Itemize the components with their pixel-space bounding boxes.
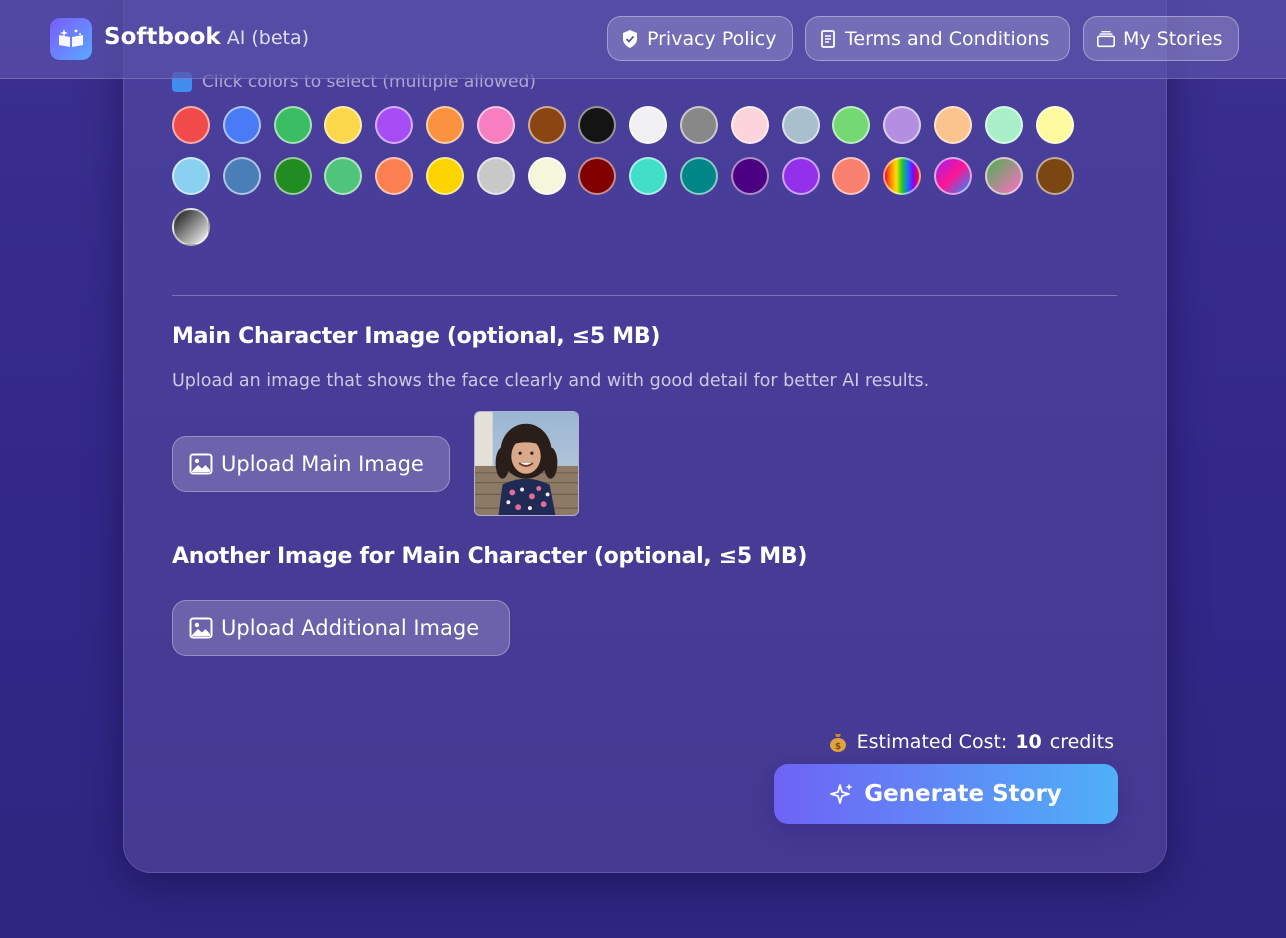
top-navbar: Softbook AI (beta) Privacy Policy Terms a… — [0, 0, 1286, 79]
color-swatch-light-green[interactable] — [832, 106, 871, 144]
my-stories-button[interactable]: My Stories — [1083, 16, 1239, 61]
generate-story-label: Generate Story — [864, 781, 1062, 807]
color-swatch-light-blue-gray[interactable] — [781, 106, 820, 144]
upload-main-image-label: Upload Main Image — [221, 452, 424, 476]
color-swatch-blue[interactable] — [222, 106, 261, 144]
image-icon — [189, 617, 213, 639]
sparkles-icon — [830, 783, 853, 804]
color-swatch-black[interactable] — [578, 106, 617, 144]
color-swatch-orange[interactable] — [425, 106, 464, 144]
image-icon — [189, 453, 213, 475]
terms-label: Terms and Conditions — [845, 27, 1050, 50]
upload-main-image-button[interactable]: Upload Main Image — [172, 436, 450, 492]
section-divider — [172, 295, 1117, 296]
color-swatch-brown[interactable] — [527, 106, 566, 144]
brand-name: Softbook AI (beta) — [104, 24, 309, 50]
color-swatch-light-yellow[interactable] — [1035, 106, 1074, 144]
main-image-preview[interactable] — [474, 411, 579, 516]
cost-unit: credits — [1049, 731, 1114, 753]
open-book-icon — [59, 29, 83, 47]
color-swatch-cream[interactable] — [527, 157, 566, 195]
color-swatch-green-pink-gradient[interactable] — [984, 157, 1023, 195]
color-swatch-mint[interactable] — [984, 106, 1023, 144]
privacy-policy-label: Privacy Policy — [647, 27, 777, 50]
child-photo-thumbnail — [475, 412, 578, 515]
main-image-description: Upload an image that shows the face clea… — [172, 371, 930, 391]
color-swatch-gray[interactable] — [679, 106, 718, 144]
cost-amount: 10 — [1015, 731, 1042, 753]
document-icon — [821, 29, 835, 48]
color-swatch-lavender[interactable] — [883, 106, 922, 144]
color-swatch-chocolate[interactable] — [1035, 157, 1074, 195]
color-swatch-indigo[interactable] — [730, 157, 769, 195]
privacy-policy-button[interactable]: Privacy Policy — [607, 16, 793, 61]
color-swatch-yellow[interactable] — [324, 106, 363, 144]
color-swatch-maroon[interactable] — [578, 157, 617, 195]
color-swatch-steel-blue[interactable] — [222, 157, 261, 195]
color-swatch-pink[interactable] — [476, 106, 515, 144]
brand-title: Softbook — [104, 24, 221, 50]
additional-image-title: Another Image for Main Character (option… — [172, 544, 808, 569]
terms-button[interactable]: Terms and Conditions — [805, 16, 1070, 61]
color-swatch-turquoise[interactable] — [629, 157, 668, 195]
estimated-cost: $ Estimated Cost: 10 credits — [827, 731, 1114, 753]
color-swatch-salmon[interactable] — [832, 157, 871, 195]
color-swatch-peach[interactable] — [933, 106, 972, 144]
color-swatch-magenta-gradient[interactable] — [933, 157, 972, 195]
upload-additional-image-label: Upload Additional Image — [221, 616, 480, 640]
color-swatch-purple[interactable] — [375, 106, 414, 144]
shield-icon — [623, 29, 637, 48]
color-swatch-violet[interactable] — [781, 157, 820, 195]
brand-suffix: AI (beta) — [226, 27, 310, 49]
color-swatch-black-white-gradient[interactable] — [172, 208, 210, 246]
color-swatch-grid — [172, 106, 1112, 246]
upload-additional-image-button[interactable]: Upload Additional Image — [172, 600, 510, 656]
my-stories-label: My Stories — [1123, 27, 1223, 50]
color-swatch-gold[interactable] — [425, 157, 464, 195]
cost-label: Estimated Cost: — [856, 731, 1008, 753]
color-swatch-coral[interactable] — [375, 157, 414, 195]
color-swatch-light-pink[interactable] — [730, 106, 769, 144]
color-swatch-emerald[interactable] — [324, 157, 363, 195]
main-image-title: Main Character Image (optional, ≤5 MB) — [172, 324, 661, 349]
svg-text:$: $ — [835, 742, 841, 752]
color-swatch-forest-green[interactable] — [273, 157, 312, 195]
generate-story-button[interactable]: Generate Story — [774, 764, 1118, 824]
color-swatch-green[interactable] — [273, 106, 312, 144]
color-swatch-white[interactable] — [629, 106, 668, 144]
app-logo[interactable] — [50, 18, 92, 60]
color-swatch-red[interactable] — [172, 106, 210, 144]
money-bag-icon: $ — [829, 734, 846, 752]
color-swatch-rainbow[interactable] — [883, 157, 922, 195]
color-swatch-teal[interactable] — [679, 157, 718, 195]
color-swatch-sky-blue[interactable] — [172, 157, 210, 195]
stack-icon — [1097, 30, 1115, 47]
color-swatch-silver[interactable] — [476, 157, 515, 195]
